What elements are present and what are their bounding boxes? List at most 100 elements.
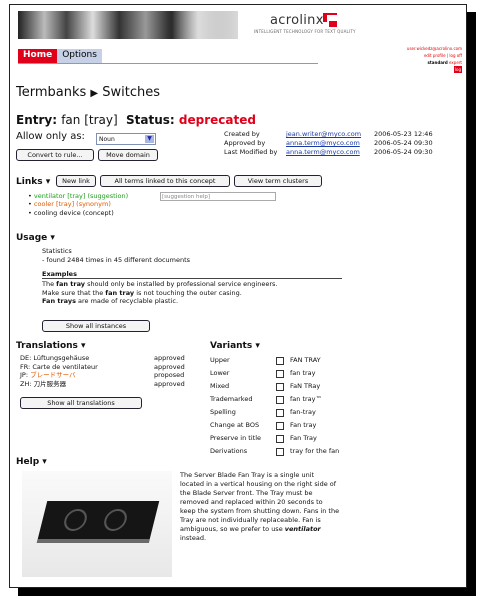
translation-term[interactable]: Lüftungsgehäuse: [33, 354, 89, 362]
translation-status: approved: [154, 354, 185, 362]
example-sentence: Fan trays are made of recyclable plastic…: [42, 297, 277, 306]
variant-checkbox[interactable]: [276, 408, 284, 417]
meta-user-link[interactable]: anna.term@myco.com: [286, 148, 374, 157]
meta-key: Created by: [224, 130, 260, 138]
main-nav: Home Options: [18, 49, 102, 63]
acrolinx-logo: acrolinx: [270, 13, 324, 28]
list-item: • cooler [tray] (synonym): [28, 200, 111, 209]
meta-date: 2006-05-24 09:30: [374, 148, 433, 156]
new-link-button[interactable]: New link: [56, 175, 96, 187]
variant-checkbox[interactable]: [276, 382, 284, 391]
translation-lang: DE:: [20, 354, 32, 362]
variant-checkbox[interactable]: [276, 369, 284, 378]
link-synonym[interactable]: cooler [tray] (synonym): [34, 200, 111, 208]
fan-icon: [101, 509, 130, 531]
examples-list: The fan tray should only be installed by…: [42, 280, 277, 306]
variant-checkbox[interactable]: [276, 421, 284, 430]
variant-key: Upper: [210, 356, 230, 364]
variants-section-toggle[interactable]: Variants ▾: [210, 341, 260, 351]
stats-text: - found 2484 times in 45 different docum…: [42, 255, 191, 264]
variant-checkbox[interactable]: [276, 434, 284, 443]
user-role: standard: [427, 60, 448, 65]
variant-value: fan-tray: [290, 408, 316, 416]
examples-divider: [42, 278, 342, 279]
user-role-extra[interactable]: expert: [449, 60, 462, 65]
help-emphasis: ventilator: [284, 525, 321, 533]
logo-tagline: INTELLIGENT TECHNOLOGY FOR TEXT QUALITY: [254, 29, 356, 34]
examples-title: Examples: [42, 270, 77, 278]
user-email[interactable]: user.wickedz@acrolinx.com: [407, 45, 462, 52]
user-profile-links[interactable]: edit profile | log off: [407, 52, 462, 59]
entry-term: fan [tray]: [61, 113, 118, 127]
logout-button[interactable]: log: [453, 66, 462, 73]
links-list: • ventilator [tray] (suggestion) • coole…: [28, 192, 128, 217]
select-value: Noun: [99, 136, 115, 143]
translation-term[interactable]: Carte de ventilateur: [32, 363, 97, 371]
breadcrumb: Termbanks ▶ Switches: [16, 85, 160, 100]
help-body-end: instead.: [180, 534, 207, 542]
help-body: The Server Blade Fan Tray is a single un…: [180, 471, 340, 533]
example-text: should only be installed by professional…: [85, 280, 278, 288]
meta-date: 2006-05-24 09:30: [374, 139, 433, 147]
view-term-clusters-button[interactable]: View term clusters: [234, 175, 322, 187]
breadcrumb-current: Switches: [102, 85, 161, 100]
meta-row: Last Modified by anna.term@myco.com 2006…: [224, 148, 454, 157]
variant-row: Spelling fan-tray: [210, 406, 339, 419]
translation-term[interactable]: ブレードサーバ: [30, 371, 75, 379]
status-label: Status:: [126, 113, 175, 127]
convert-to-rule-button[interactable]: Convert to rule...: [16, 149, 94, 161]
translation-row: FR: Carte de ventilateur approved: [20, 363, 214, 372]
variant-checkbox[interactable]: [276, 447, 284, 456]
variant-row: Trademarked fan tray™: [210, 393, 339, 406]
all-terms-linked-button[interactable]: All terms linked to this concept: [100, 175, 230, 187]
move-domain-button[interactable]: Move domain: [98, 149, 158, 161]
nav-divider: [18, 63, 318, 64]
tab-home[interactable]: Home: [18, 49, 58, 63]
header-banner: acrolinx INTELLIGENT TECHNOLOGY FOR TEXT…: [18, 11, 458, 41]
breadcrumb-root[interactable]: Termbanks: [16, 85, 86, 100]
entry-metadata: Created by jean.writer@myco.com 2006-05-…: [224, 130, 454, 157]
usage-section-toggle[interactable]: Usage ▾: [16, 233, 55, 243]
termbank-window: acrolinx INTELLIGENT TECHNOLOGY FOR TEXT…: [9, 4, 467, 588]
translation-status: approved: [154, 379, 185, 388]
links-section-toggle[interactable]: Links ▾: [16, 177, 50, 187]
part-of-speech-select[interactable]: Noun ▼: [96, 133, 156, 145]
translations-list: DE: Lüftungsgehäuse approved FR: Carte d…: [20, 354, 214, 388]
variant-checkbox[interactable]: [276, 356, 284, 365]
translation-status: approved: [154, 362, 185, 371]
meta-row: Approved by anna.term@myco.com 2006-05-2…: [224, 139, 454, 148]
variant-value: Fan Tray: [290, 434, 317, 442]
translation-term[interactable]: 刀片服务器: [34, 380, 67, 388]
meta-key: Approved by: [224, 139, 266, 147]
translation-lang: FR:: [20, 362, 31, 371]
acrolinx-logo-icon: [323, 13, 337, 27]
tab-options[interactable]: Options: [57, 49, 102, 63]
link-suggestion[interactable]: ventilator [tray] (suggestion): [34, 192, 128, 200]
translation-row: ZH: 刀片服务器 approved: [20, 380, 214, 389]
show-all-instances-button[interactable]: Show all instances: [42, 320, 150, 332]
show-all-translations-button[interactable]: Show all translations: [20, 397, 142, 409]
translation-lang: JP:: [20, 371, 29, 379]
example-text: is not touching the outer casing.: [134, 288, 242, 297]
variant-value: fan tray: [290, 369, 316, 377]
meta-row: Created by jean.writer@myco.com 2006-05-…: [224, 130, 454, 139]
example-text: Make sure that the: [42, 288, 106, 297]
link-concept[interactable]: cooling device (concept): [34, 209, 114, 217]
variant-key: Spelling: [210, 408, 236, 416]
example-sentence: Make sure that the fan tray is not touch…: [42, 289, 277, 298]
meta-user-link[interactable]: anna.term@myco.com: [286, 139, 374, 148]
example-term: fan tray: [105, 288, 135, 297]
entry-label: Entry:: [16, 113, 58, 127]
example-term: fan tray: [56, 280, 85, 288]
variant-key: Derivations: [210, 447, 248, 455]
help-section-toggle[interactable]: Help ▾: [16, 457, 47, 467]
variant-key: Mixed: [210, 382, 230, 390]
variant-checkbox[interactable]: [276, 395, 284, 404]
example-sentence: The fan tray should only be installed by…: [42, 280, 277, 289]
example-term: Fan trays: [42, 297, 76, 305]
translations-section-toggle[interactable]: Translations ▾: [16, 341, 86, 351]
meta-user-link[interactable]: jean.writer@myco.com: [286, 130, 374, 139]
translation-row: DE: Lüftungsgehäuse approved: [20, 354, 214, 363]
suggestion-help-input[interactable]: [suggestion help]: [160, 192, 276, 201]
breadcrumb-arrow-icon: ▶: [90, 88, 99, 99]
